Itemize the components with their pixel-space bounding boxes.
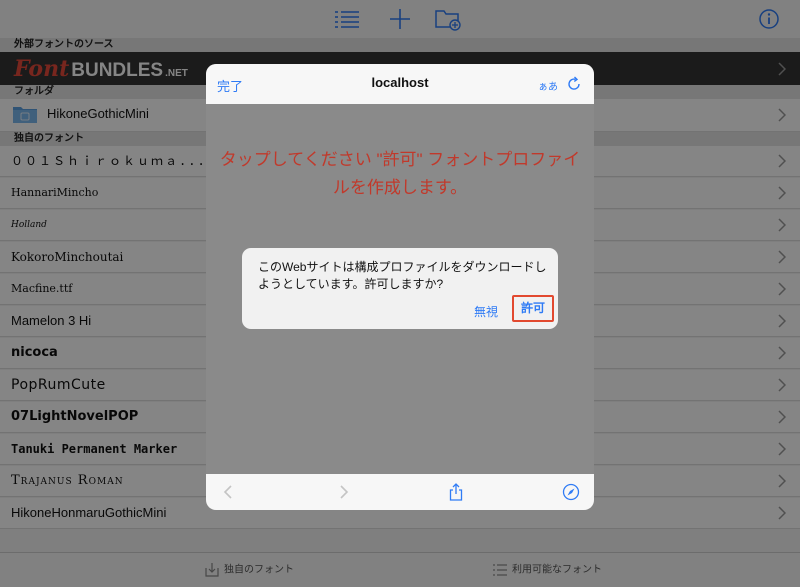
- alert-message: このWebサイトは構成プロファイルをダウンロードしようとしています。許可しますか…: [258, 260, 547, 291]
- ignore-button[interactable]: 無視: [474, 303, 498, 320]
- compass-icon[interactable]: [562, 483, 580, 501]
- text-size-button[interactable]: ぁあ: [538, 78, 558, 93]
- web-view-nav-bar: 完了 localhost ぁあ: [206, 64, 594, 104]
- download-profile-alert: このWebサイトは構成プロファイルをダウンロードしようとしています。許可しますか…: [242, 248, 558, 329]
- reload-icon[interactable]: [566, 76, 582, 92]
- back-icon[interactable]: [220, 483, 238, 501]
- forward-icon[interactable]: [334, 483, 352, 501]
- page-host-title: localhost: [371, 75, 429, 90]
- instruction-text: タップしてください "許可" フォントプロファイ ルを作成します。: [219, 150, 581, 197]
- web-view-toolbar: [206, 474, 594, 510]
- allow-button[interactable]: 許可: [512, 295, 554, 322]
- share-icon[interactable]: [447, 483, 465, 501]
